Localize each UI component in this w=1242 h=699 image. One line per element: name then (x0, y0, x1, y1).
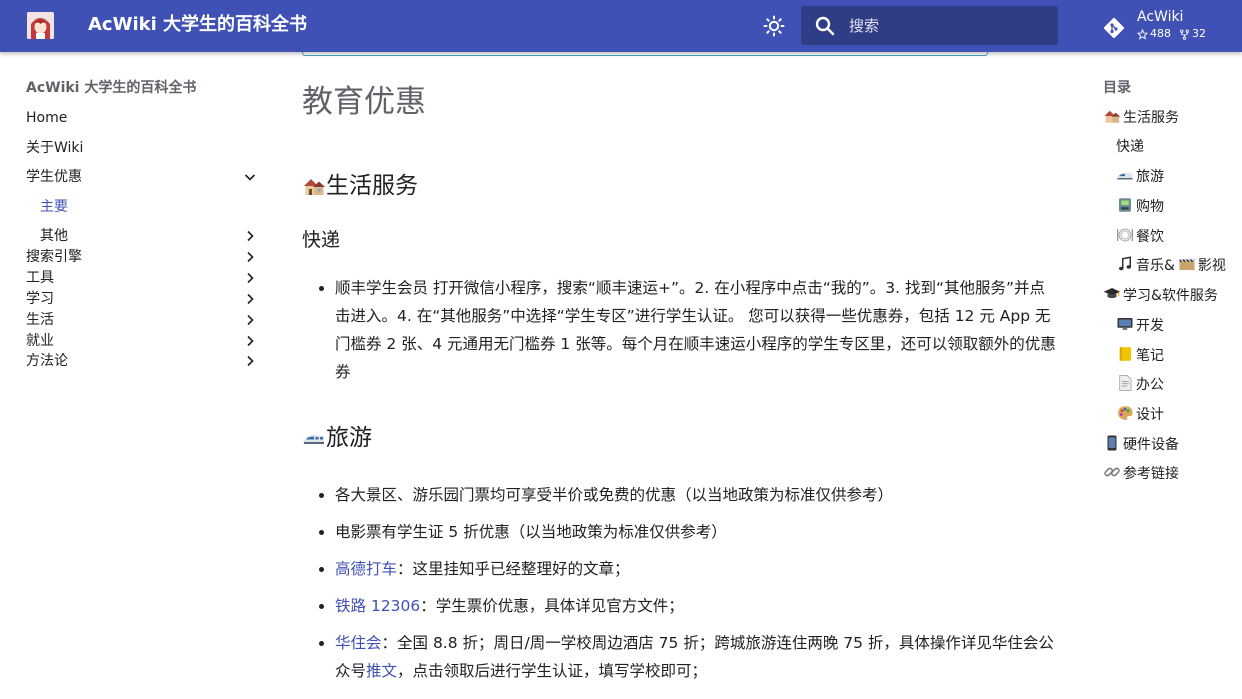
toc-item-express[interactable]: 快递 (1103, 137, 1238, 167)
link-icon (1104, 467, 1120, 477)
toc-title: 目录 (1103, 80, 1131, 96)
toc-item-music-film[interactable]: 音乐& 影视 (1103, 255, 1238, 285)
mobile-phone-icon (1107, 435, 1117, 451)
nav-item-career[interactable]: 就业 (26, 331, 258, 351)
list-item-movie: 电影票有学生证 5 折优惠（以当地政策为标准仅供参考） (335, 518, 1057, 546)
film-icon (1179, 259, 1195, 271)
nav-item-about[interactable]: 关于Wiki (26, 138, 258, 158)
site-logo[interactable] (27, 12, 54, 39)
chevron-right-icon (247, 335, 254, 347)
search-box[interactable] (801, 6, 1058, 45)
nav-item-main[interactable]: 主要 (40, 197, 258, 217)
chevron-right-icon (247, 314, 254, 326)
toc-item-development[interactable]: 开发 (1103, 315, 1238, 345)
nav-item-tools[interactable]: 工具 (26, 268, 258, 288)
table-of-contents: 目录 生活服务 快递 旅游 购物 餐饮 音乐& 影视 学习&软件服务 开发 笔记 … (1103, 78, 1238, 493)
repo-stars: 488 (1137, 27, 1171, 41)
toc-item-travel[interactable]: 旅游 (1103, 166, 1238, 196)
list-item-scenic: 各大景区、游乐园门票均可享受半价或免费的优惠（以当地政策为标准仅供参考） (335, 481, 1057, 509)
fork-icon (1180, 29, 1189, 40)
repo-forks: 32 (1179, 27, 1206, 41)
list-item-hotel: 华住会：全国 8.8 折；周日/周一学校周边酒店 75 折；跨城旅游连住两晚 7… (335, 629, 1057, 685)
chevron-right-icon (247, 230, 254, 242)
repo-name: AcWiki (1137, 9, 1184, 25)
toc-item-design[interactable]: 设计 (1103, 404, 1238, 434)
graduation-cap-icon (1103, 288, 1121, 299)
houses-icon (304, 179, 325, 195)
nav-item-home[interactable]: Home (26, 108, 258, 128)
nav-item-student-discounts[interactable]: 学生优惠 (26, 167, 258, 187)
repo-facts: 488 32 (1137, 27, 1206, 41)
chevron-down-icon (244, 174, 256, 181)
page-title: 教育优惠 (302, 84, 426, 120)
toc-item-dining[interactable]: 餐饮 (1103, 226, 1238, 256)
train-icon (303, 435, 324, 444)
section-travel: 旅游 (302, 423, 372, 453)
toc-item-study-software[interactable]: 学习&软件服务 (1103, 285, 1238, 315)
toc-item-shopping[interactable]: 购物 (1103, 196, 1238, 226)
theme-toggle-icon[interactable] (762, 14, 786, 38)
list-item: 顺丰学生会员 打开微信小程序，搜索“顺丰速运+”。2. 在小程序中点击“我的”。… (335, 274, 1057, 386)
document-icon (1119, 375, 1132, 392)
amap-link[interactable]: 高德打车 (335, 560, 397, 578)
toc-item-office[interactable]: 办公 (1103, 374, 1238, 404)
section-life-services: 生活服务 (302, 171, 418, 201)
nav-title: AcWiki 大学生的百科全书 (26, 80, 197, 96)
express-list: 顺丰学生会员 打开微信小程序，搜索“顺丰速运+”。2. 在小程序中点击“我的”。… (335, 274, 1057, 395)
atm-icon (1119, 198, 1131, 212)
chevron-right-icon (247, 251, 254, 263)
list-item-rail: 铁路 12306：学生票价优惠，具体详见官方文件； (335, 592, 1057, 620)
nav-item-search-engines[interactable]: 搜索引擎 (26, 247, 258, 267)
toc-item-notes[interactable]: 笔记 (1103, 345, 1238, 375)
nav-item-other[interactable]: 其他 (40, 226, 258, 246)
huazhu-link[interactable]: 华住会 (335, 634, 382, 652)
nav-item-methodology[interactable]: 方法论 (26, 351, 258, 371)
travel-list: 各大景区、游乐园门票均可享受半价或免费的优惠（以当地政策为标准仅供参考） 电影票… (335, 481, 1057, 694)
top-header: AcWiki 大学生的百科全书 搜索 AcWiki 488 32 (0, 0, 1242, 52)
site-title[interactable]: AcWiki 大学生的百科全书 (88, 13, 307, 37)
nav-item-life[interactable]: 生活 (26, 310, 258, 330)
toc-item-references[interactable]: 参考链接 (1103, 463, 1238, 493)
plate-icon (1117, 228, 1133, 242)
desktop-computer-icon (1117, 317, 1133, 330)
section-travel-title: 旅游 (326, 425, 372, 451)
nav-item-study[interactable]: 学习 (26, 289, 258, 309)
toc-item-hardware[interactable]: 硬件设备 (1103, 434, 1238, 464)
chevron-right-icon (247, 293, 254, 305)
repo-link[interactable]: AcWiki 488 32 (1102, 8, 1232, 44)
rail-12306-link[interactable]: 铁路 12306 (335, 597, 420, 615)
train-icon (1116, 173, 1133, 180)
search-icon (813, 14, 837, 38)
search-input[interactable] (849, 6, 1049, 45)
chevron-right-icon (247, 355, 254, 367)
list-item-amap: 高德打车：这里挂知乎已经整理好的文章； (335, 555, 1057, 583)
music-note-icon (1119, 256, 1131, 271)
houses-icon (1104, 110, 1121, 123)
section-life-title: 生活服务 (326, 173, 418, 199)
toc-item-life-services[interactable]: 生活服务 (1103, 107, 1238, 137)
star-icon (1137, 28, 1148, 40)
notebook-icon (1119, 346, 1131, 361)
subsection-express: 快递 (302, 229, 341, 251)
git-icon (1102, 16, 1126, 40)
primary-nav: AcWiki 大学生的百科全书 Home 关于Wiki 学生优惠 主要 其他 搜… (26, 78, 258, 369)
chevron-right-icon (247, 272, 254, 284)
tweet-link[interactable]: 推文 (366, 662, 397, 680)
palette-icon (1118, 406, 1133, 420)
